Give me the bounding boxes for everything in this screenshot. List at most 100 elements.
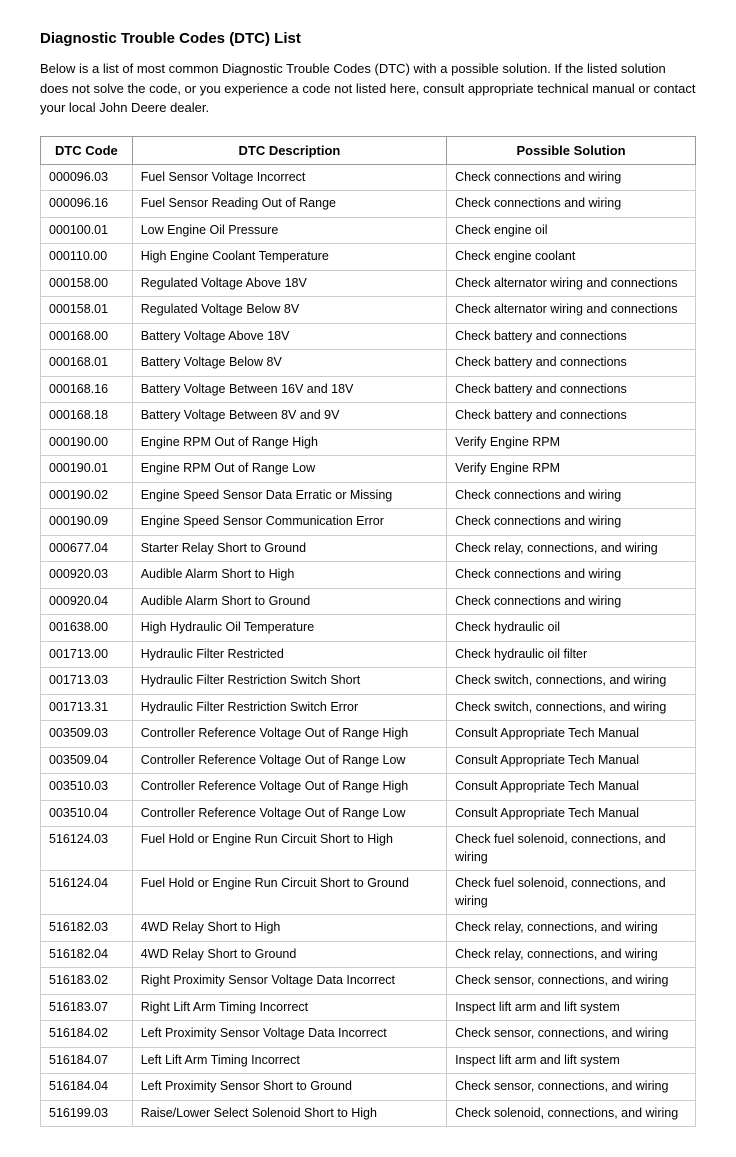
table-row: 516184.04Left Proximity Sensor Short to … xyxy=(41,1074,696,1101)
dtc-solution: Check sensor, connections, and wiring xyxy=(447,1074,696,1101)
dtc-description: Audible Alarm Short to High xyxy=(132,562,446,589)
dtc-solution: Check connections and wiring xyxy=(447,562,696,589)
dtc-code: 516184.07 xyxy=(41,1047,133,1074)
dtc-description: Fuel Sensor Voltage Incorrect xyxy=(132,164,446,191)
table-row: 516182.044WD Relay Short to GroundCheck … xyxy=(41,941,696,968)
dtc-description: Fuel Hold or Engine Run Circuit Short to… xyxy=(132,827,446,871)
dtc-description: Regulated Voltage Below 8V xyxy=(132,297,446,324)
dtc-description: Battery Voltage Above 18V xyxy=(132,323,446,350)
dtc-solution: Consult Appropriate Tech Manual xyxy=(447,721,696,748)
table-row: 003509.03Controller Reference Voltage Ou… xyxy=(41,721,696,748)
table-row: 516183.02Right Proximity Sensor Voltage … xyxy=(41,968,696,995)
dtc-description: Fuel Hold or Engine Run Circuit Short to… xyxy=(132,871,446,915)
dtc-solution: Check engine oil xyxy=(447,217,696,244)
dtc-code: 516199.03 xyxy=(41,1100,133,1127)
dtc-description: Right Lift Arm Timing Incorrect xyxy=(132,994,446,1021)
table-row: 516124.04Fuel Hold or Engine Run Circuit… xyxy=(41,871,696,915)
table-row: 000158.00Regulated Voltage Above 18VChec… xyxy=(41,270,696,297)
table-row: 003510.04Controller Reference Voltage Ou… xyxy=(41,800,696,827)
dtc-table: DTC Code DTC Description Possible Soluti… xyxy=(40,136,696,1128)
dtc-solution: Check battery and connections xyxy=(447,403,696,430)
dtc-solution: Check connections and wiring xyxy=(447,588,696,615)
dtc-solution: Check battery and connections xyxy=(447,323,696,350)
table-row: 000190.01Engine RPM Out of Range LowVeri… xyxy=(41,456,696,483)
dtc-description: 4WD Relay Short to Ground xyxy=(132,941,446,968)
dtc-description: Controller Reference Voltage Out of Rang… xyxy=(132,774,446,801)
dtc-code: 000920.03 xyxy=(41,562,133,589)
dtc-description: 4WD Relay Short to High xyxy=(132,915,446,942)
dtc-description: Right Proximity Sensor Voltage Data Inco… xyxy=(132,968,446,995)
dtc-code: 000168.18 xyxy=(41,403,133,430)
dtc-code: 000190.00 xyxy=(41,429,133,456)
dtc-description: Hydraulic Filter Restricted xyxy=(132,641,446,668)
dtc-description: Engine Speed Sensor Data Erratic or Miss… xyxy=(132,482,446,509)
dtc-solution: Check fuel solenoid, connections, and wi… xyxy=(447,871,696,915)
dtc-description: Engine Speed Sensor Communication Error xyxy=(132,509,446,536)
page-title: Diagnostic Trouble Codes (DTC) List xyxy=(40,30,696,47)
dtc-solution: Consult Appropriate Tech Manual xyxy=(447,747,696,774)
dtc-description: Audible Alarm Short to Ground xyxy=(132,588,446,615)
table-row: 001713.03Hydraulic Filter Restriction Sw… xyxy=(41,668,696,695)
table-row: 000920.04Audible Alarm Short to GroundCh… xyxy=(41,588,696,615)
dtc-solution: Inspect lift arm and lift system xyxy=(447,1047,696,1074)
dtc-code: 000190.01 xyxy=(41,456,133,483)
dtc-code: 000110.00 xyxy=(41,244,133,271)
table-row: 000168.18Battery Voltage Between 8V and … xyxy=(41,403,696,430)
dtc-code: 516124.04 xyxy=(41,871,133,915)
dtc-solution: Check hydraulic oil filter xyxy=(447,641,696,668)
dtc-description: Hydraulic Filter Restriction Switch Shor… xyxy=(132,668,446,695)
dtc-code: 000190.09 xyxy=(41,509,133,536)
dtc-solution: Check battery and connections xyxy=(447,376,696,403)
table-row: 516183.07Right Lift Arm Timing Incorrect… xyxy=(41,994,696,1021)
dtc-solution: Check switch, connections, and wiring xyxy=(447,694,696,721)
dtc-description: Hydraulic Filter Restriction Switch Erro… xyxy=(132,694,446,721)
dtc-description: Regulated Voltage Above 18V xyxy=(132,270,446,297)
dtc-solution: Check relay, connections, and wiring xyxy=(447,915,696,942)
table-row: 516199.03Raise/Lower Select Solenoid Sho… xyxy=(41,1100,696,1127)
dtc-code: 516182.03 xyxy=(41,915,133,942)
table-row: 000096.16Fuel Sensor Reading Out of Rang… xyxy=(41,191,696,218)
dtc-code: 516184.02 xyxy=(41,1021,133,1048)
table-row: 000920.03Audible Alarm Short to HighChec… xyxy=(41,562,696,589)
dtc-code: 000096.03 xyxy=(41,164,133,191)
table-row: 001713.31Hydraulic Filter Restriction Sw… xyxy=(41,694,696,721)
dtc-description: High Hydraulic Oil Temperature xyxy=(132,615,446,642)
table-row: 000168.01Battery Voltage Below 8VCheck b… xyxy=(41,350,696,377)
table-row: 003509.04Controller Reference Voltage Ou… xyxy=(41,747,696,774)
dtc-solution: Verify Engine RPM xyxy=(447,429,696,456)
dtc-description: Battery Voltage Below 8V xyxy=(132,350,446,377)
table-row: 000190.09Engine Speed Sensor Communicati… xyxy=(41,509,696,536)
dtc-description: Fuel Sensor Reading Out of Range xyxy=(132,191,446,218)
dtc-code: 516124.03 xyxy=(41,827,133,871)
dtc-code: 000158.01 xyxy=(41,297,133,324)
dtc-solution: Check switch, connections, and wiring xyxy=(447,668,696,695)
intro-text: Below is a list of most common Diagnosti… xyxy=(40,59,696,118)
dtc-solution: Check relay, connections, and wiring xyxy=(447,535,696,562)
col-header-description: DTC Description xyxy=(132,136,446,164)
dtc-description: Raise/Lower Select Solenoid Short to Hig… xyxy=(132,1100,446,1127)
table-row: 000096.03Fuel Sensor Voltage IncorrectCh… xyxy=(41,164,696,191)
table-row: 001713.00Hydraulic Filter RestrictedChec… xyxy=(41,641,696,668)
dtc-description: Low Engine Oil Pressure xyxy=(132,217,446,244)
table-row: 003510.03Controller Reference Voltage Ou… xyxy=(41,774,696,801)
table-row: 001638.00High Hydraulic Oil TemperatureC… xyxy=(41,615,696,642)
table-row: 000100.01Low Engine Oil PressureCheck en… xyxy=(41,217,696,244)
dtc-code: 000168.00 xyxy=(41,323,133,350)
dtc-code: 000190.02 xyxy=(41,482,133,509)
dtc-solution: Check hydraulic oil xyxy=(447,615,696,642)
dtc-solution: Check engine coolant xyxy=(447,244,696,271)
dtc-code: 001713.00 xyxy=(41,641,133,668)
dtc-description: Battery Voltage Between 8V and 9V xyxy=(132,403,446,430)
table-row: 000190.00Engine RPM Out of Range HighVer… xyxy=(41,429,696,456)
dtc-solution: Check alternator wiring and connections xyxy=(447,270,696,297)
dtc-code: 516183.07 xyxy=(41,994,133,1021)
dtc-description: Battery Voltage Between 16V and 18V xyxy=(132,376,446,403)
col-header-solution: Possible Solution xyxy=(447,136,696,164)
dtc-code: 000920.04 xyxy=(41,588,133,615)
dtc-solution: Check connections and wiring xyxy=(447,509,696,536)
table-row: 000168.00Battery Voltage Above 18VCheck … xyxy=(41,323,696,350)
table-row: 000158.01Regulated Voltage Below 8VCheck… xyxy=(41,297,696,324)
dtc-code: 516184.04 xyxy=(41,1074,133,1101)
dtc-solution: Verify Engine RPM xyxy=(447,456,696,483)
table-row: 000677.04Starter Relay Short to GroundCh… xyxy=(41,535,696,562)
